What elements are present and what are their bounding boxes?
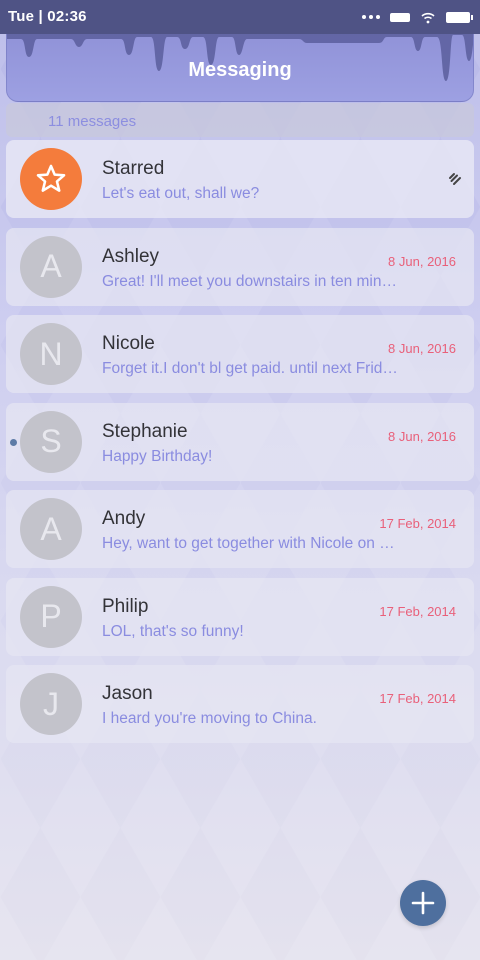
avatar: N [20, 323, 82, 385]
message-preview: Happy Birthday! [102, 447, 213, 465]
message-date: 17 Feb, 2014 [379, 691, 456, 706]
signal-dots-icon [362, 15, 380, 19]
avatar: J [20, 673, 82, 735]
battery-small-icon [390, 12, 410, 22]
contact-name: Stephanie [102, 420, 188, 442]
starred-avatar [20, 148, 82, 210]
message-date: 17 Feb, 2014 [379, 516, 456, 531]
contact-name: Ashley [102, 245, 160, 267]
conversation-row[interactable]: J Jason I heard you're moving to China. … [6, 665, 474, 743]
conversation-row-starred[interactable]: Starred Let's eat out, shall we? [6, 140, 474, 218]
avatar: A [20, 498, 82, 560]
status-bar: Tue | 02:36 [0, 0, 480, 34]
wifi-icon [421, 12, 435, 24]
battery-icon [446, 11, 473, 23]
message-date: 8 Jun, 2016 [388, 253, 456, 269]
avatar: P [20, 585, 82, 648]
new-message-button[interactable] [400, 880, 446, 926]
conversation-row[interactable]: S Stephanie Happy Birthday! 8 Jun, 2016 [6, 402, 474, 481]
status-time: Tue | 02:36 [8, 8, 87, 25]
message-preview: Great! I'll meet you downstairs in ten m… [102, 272, 397, 290]
contact-name: Philip [102, 595, 149, 617]
message-preview: Let's eat out, shall we? [102, 185, 260, 202]
avatar: A [20, 235, 82, 298]
contact-name: Starred [102, 158, 165, 179]
conversation-row[interactable]: N Nicole Forget it.I don't bl get paid. … [6, 315, 474, 393]
message-preview: LOL, that's so funny! [102, 622, 244, 640]
message-date: 8 Jun, 2016 [388, 428, 456, 444]
plus-icon [411, 891, 435, 915]
page-title: Messaging [188, 59, 292, 81]
message-count-bar: 11 messages [6, 103, 474, 137]
contact-name: Jason [102, 683, 153, 704]
message-preview: Forget it.I don't bl get paid. until nex… [102, 360, 398, 377]
contact-name: Andy [102, 508, 146, 529]
star-icon [36, 164, 66, 192]
conversation-row[interactable]: P Philip LOL, that's so funny! 17 Feb, 2… [6, 577, 474, 656]
conversation-row[interactable]: A Ashley Great! I'll meet you downstairs… [6, 227, 474, 306]
conversation-list: Starred Let's eat out, shall we? A Ashle… [6, 140, 474, 753]
conversation-row[interactable]: A Andy Hey, want to get together with Ni… [6, 490, 474, 568]
message-date: 8 Jun, 2016 [388, 341, 456, 356]
message-count: 11 messages [48, 113, 137, 130]
status-icons [362, 9, 473, 25]
contact-name: Nicole [102, 333, 155, 354]
pin-icon [449, 173, 461, 185]
avatar: S [20, 410, 82, 473]
message-preview: Hey, want to get together with Nicole on… [102, 535, 395, 552]
message-preview: I heard you're moving to China. [102, 710, 317, 727]
message-date: 17 Feb, 2014 [379, 603, 456, 619]
unread-indicator [10, 438, 17, 446]
